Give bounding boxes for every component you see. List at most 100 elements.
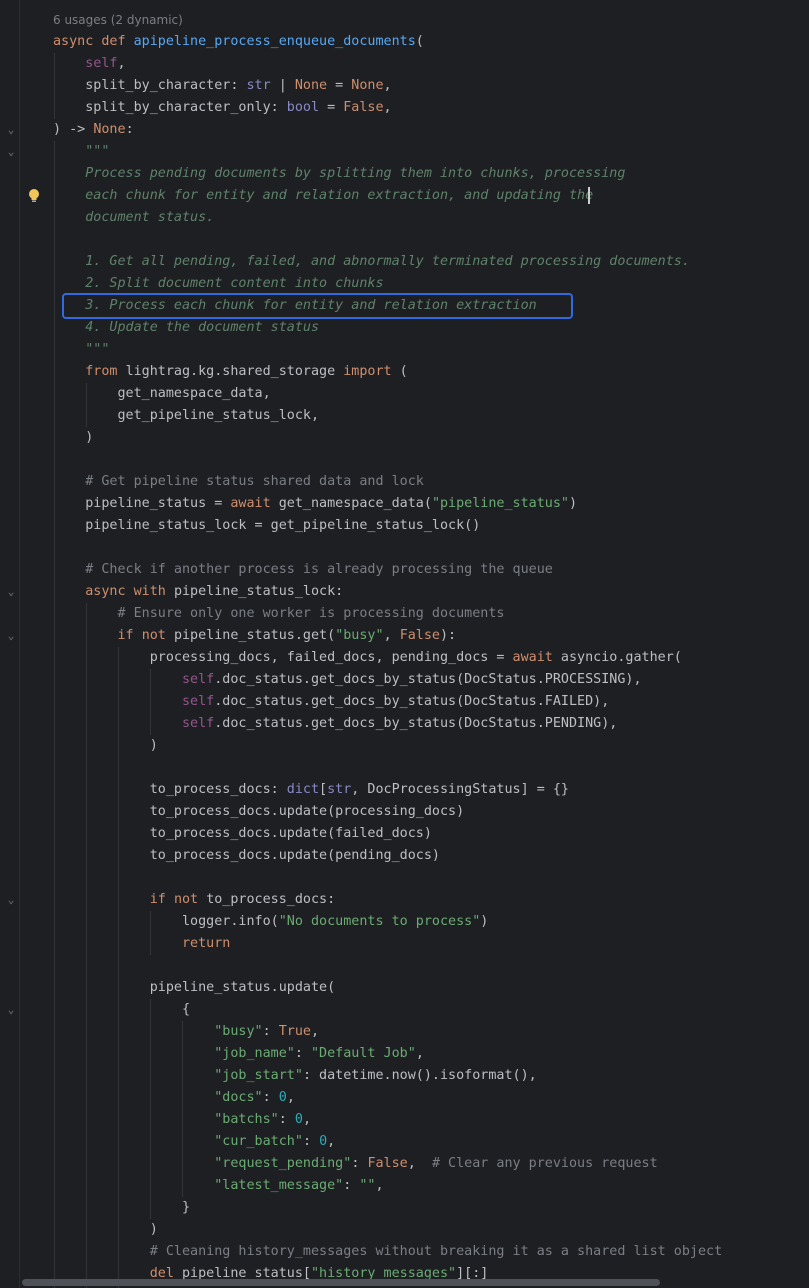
code-line[interactable]: self, [53,53,125,75]
code-line[interactable]: async def apipeline_process_enqueue_docu… [53,31,424,53]
code-line[interactable]: to_process_docs: dict[str, DocProcessing… [53,779,569,801]
code-token: : datetime.now().isoformat(), [302,1068,537,1083]
fold-chevron-icon[interactable]: ⌄ [5,146,17,158]
code-line[interactable]: from lightrag.kg.shared_storage import ( [53,361,408,383]
code-token: 0 [319,1134,328,1149]
code-token: ( [399,364,408,379]
code-token: False [399,628,440,643]
code-token: to_process_docs.update(pending_docs) [53,848,440,863]
code-token: # Check if another process is already pr… [53,562,553,577]
code-line[interactable]: ) [53,427,93,449]
lightbulb-icon[interactable] [28,188,40,204]
code-line[interactable]: if not pipeline_status.get("busy", False… [53,625,456,647]
code-line[interactable]: pipeline_status.update( [53,977,335,999]
code-token: , [383,78,392,93]
code-line[interactable]: self.doc_status.get_docs_by_status(DocSt… [53,691,609,713]
code-line[interactable]: return [53,933,230,955]
code-line[interactable]: to_process_docs.update(processing_docs) [53,801,464,823]
code-line[interactable]: # Check if another process is already pr… [53,559,553,581]
code-line[interactable]: "latest_message": "", [53,1175,383,1197]
code-line[interactable]: logger.info("No documents to process") [53,911,488,933]
code-line[interactable]: pipeline_status = await get_namespace_da… [53,493,577,515]
code-line[interactable]: # Cleaning history_messages without brea… [53,1241,722,1263]
code-token: True [278,1024,311,1039]
code-token: "latest_message" [214,1178,344,1193]
code-line[interactable]: pipeline_status_lock = get_pipeline_stat… [53,515,480,537]
code-line[interactable]: "busy": True, [53,1021,319,1043]
code-token: asyncio.gather( [560,650,682,665]
code-token: to_process_docs.update(failed_docs) [53,826,432,841]
fold-chevron-icon[interactable]: ⌄ [5,1004,17,1016]
code-line[interactable]: self.doc_status.get_docs_by_status(DocSt… [53,669,642,691]
fold-chevron-icon[interactable]: ⌄ [5,894,17,906]
code-line[interactable]: "batchs": 0, [53,1109,311,1131]
code-token: None [93,122,126,137]
code-token: "busy" [214,1024,263,1039]
code-line[interactable]: ) [53,735,158,757]
code-line[interactable]: { [53,999,190,1021]
code-line[interactable]: # Ensure only one worker is processing d… [53,603,504,625]
code-token: if [53,628,142,643]
code-line[interactable]: each chunk for entity and relation extra… [53,185,593,207]
code-line[interactable]: # Get pipeline status shared data and lo… [53,471,424,493]
code-token: } [53,1200,191,1215]
code-line[interactable]: } [53,1197,190,1219]
fold-chevron-icon[interactable]: ⌄ [5,630,17,642]
code-token: "No documents to process" [278,914,481,929]
code-token: split_by_character_only: [53,100,287,115]
code-token: , [415,1046,424,1061]
fold-chevron-icon[interactable]: ⌄ [5,586,17,598]
code-token: : [294,1046,311,1061]
code-line[interactable]: split_by_character_only: bool = False, [53,97,391,119]
code-line[interactable]: """ [53,339,109,361]
code-line[interactable]: document status. [53,207,214,229]
code-token: apipeline_process_enqueue_documents [133,34,416,49]
code-line[interactable]: Process pending documents by splitting t… [53,163,625,185]
code-token: , [407,1156,432,1171]
code-line[interactable]: self.doc_status.get_docs_by_status(DocSt… [53,713,617,735]
code-line[interactable]: ) -> None: [53,119,134,141]
code-token: , [302,1112,311,1127]
code-line[interactable]: async with pipeline_status_lock: [53,581,343,603]
horizontal-scrollbar[interactable] [22,1279,660,1286]
code-line[interactable]: processing_docs, failed_docs, pending_do… [53,647,682,669]
fold-chevron-icon[interactable]: ⌄ [5,124,17,136]
code-line[interactable]: 1. Get all pending, failed, and abnormal… [53,251,690,273]
code-token: Process pending documents by splitting t… [53,166,626,181]
code-line[interactable]: """ [53,141,109,163]
usages-inlay-hint[interactable]: 6 usages (2 dynamic) [53,9,183,31]
code-token: "docs" [214,1090,263,1105]
code-token: self [182,716,215,731]
code-token: # Get pipeline status shared data and lo… [53,474,424,489]
code-line[interactable]: ) [53,1219,158,1241]
code-token: = [327,78,352,93]
code-line[interactable]: "request_pending": False, # Clear any pr… [53,1153,657,1175]
code-editor[interactable]: ⌄ ⌄ ⌄ ⌄ ⌄ ⌄ 6 usages (2 dynamic) async d… [0,0,809,1288]
code-line[interactable]: get_namespace_data, [53,383,270,405]
code-line[interactable]: get_pipeline_status_lock, [53,405,319,427]
code-token: 4. Update the document status [53,320,320,335]
code-token: ): [440,628,457,643]
code-line[interactable]: "job_name": "Default Job", [53,1043,424,1065]
code-line[interactable]: to_process_docs.update(failed_docs) [53,823,432,845]
code-line[interactable]: "docs": 0, [53,1087,295,1109]
code-line[interactable]: 4. Update the document status [53,317,319,339]
code-line[interactable]: split_by_character: str | None = None, [53,75,392,97]
code-token: None [294,78,328,93]
code-token: ) [53,1222,158,1237]
code-token: , [311,1024,320,1039]
code-line[interactable]: "job_start": datetime.now().isoformat(), [53,1065,537,1087]
code-token: if [53,892,174,907]
code-line[interactable]: 2. Split document content into chunks [53,273,383,295]
text-caret [588,187,590,204]
code-token: to_process_docs: [53,782,287,797]
code-token: lightrag.kg.shared_storage [125,364,344,379]
code-line[interactable]: if not to_process_docs: [53,889,335,911]
code-line[interactable]: to_process_docs.update(pending_docs) [53,845,440,867]
code-line[interactable]: "cur_batch": 0, [53,1131,335,1153]
code-token: .doc_status.get_docs_by_status(DocStatus… [214,672,642,687]
code-token: dict [286,782,320,797]
